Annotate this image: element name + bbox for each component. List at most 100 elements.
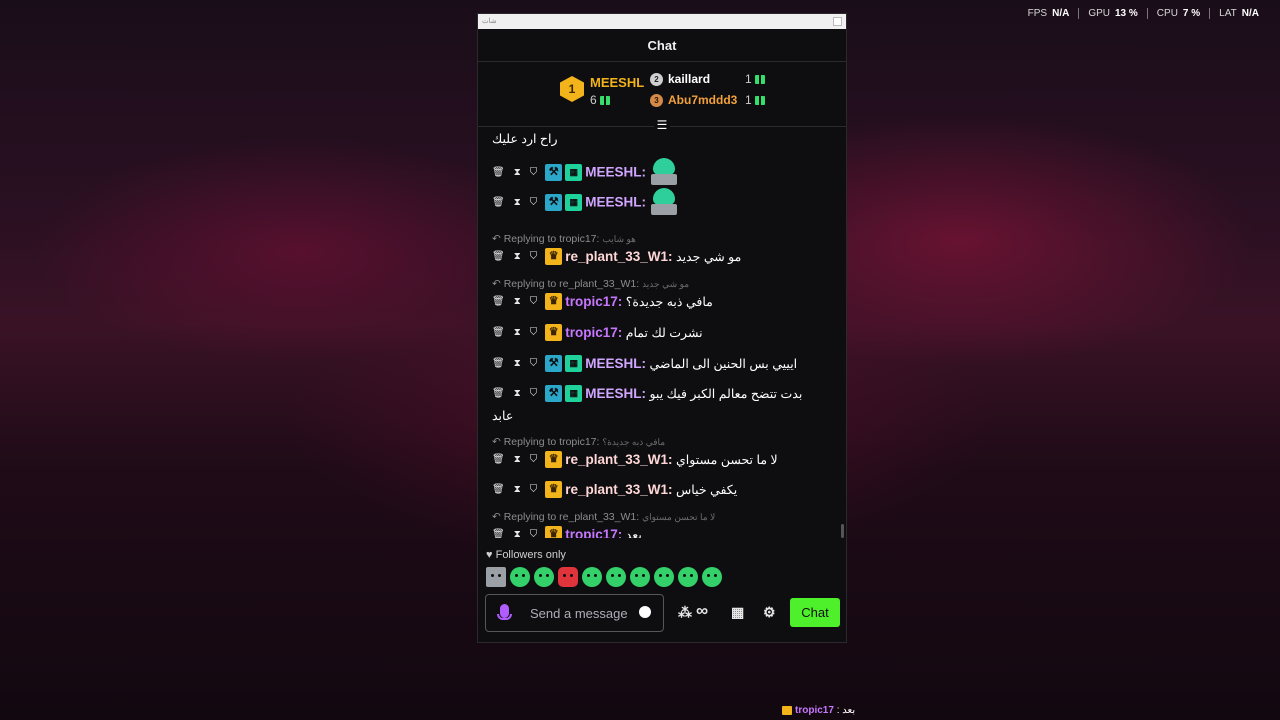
chat-username[interactable]: MEESHL:: [585, 356, 646, 371]
infinity-icon[interactable]: ∞: [696, 601, 708, 621]
chat-message: 🗑 ⧗ ⛉ ♛ re_plant_33_W1: يكفي خياس: [492, 481, 738, 498]
trash-icon[interactable]: 🗑: [492, 251, 505, 262]
green-emote-icon[interactable]: [678, 567, 698, 587]
chat-window: شات Chat 1 MEESHL 6 2 kaillard 1 3 Abu7m…: [477, 13, 847, 643]
green-emote-icon[interactable]: [510, 567, 530, 587]
rank-1-badge-icon: 1: [560, 76, 584, 102]
chat-username[interactable]: re_plant_33_W1:: [565, 452, 672, 467]
smile-icon[interactable]: [639, 606, 651, 618]
chat-messages[interactable]: راح ارد عليك 🗑 ⧗ ⛉ ⚒ ▦ MEESHL: 🗑 ⧗ ⛉ ⚒ ▦ MEESHL: ↶…: [478, 126, 848, 538]
reply-context[interactable]: ↶ Replying to tropic17: هو شايب: [492, 233, 834, 245]
mod-sword-icon: ⚒: [545, 193, 563, 211]
shield-icon[interactable]: ⛉: [530, 327, 538, 338]
chat-input[interactable]: Send a message: [485, 594, 664, 632]
gear-icon[interactable]: ⚙: [763, 604, 776, 621]
shield-icon[interactable]: ⛉: [530, 484, 538, 495]
mod-sword-icon: ⚒: [545, 163, 563, 181]
shield-icon[interactable]: ⛉: [530, 197, 538, 208]
green-emote-icon[interactable]: [630, 567, 650, 587]
chat-username[interactable]: MEESHL:: [585, 386, 646, 401]
shield-icon[interactable]: ⛉: [530, 529, 538, 538]
gift-icon: ▦: [565, 355, 583, 372]
hourglass-icon[interactable]: ⧗: [514, 454, 521, 465]
rank-2-badge-icon: 2: [650, 73, 663, 86]
trash-icon[interactable]: 🗑: [492, 358, 505, 369]
crown-icon: ♛: [545, 324, 563, 341]
reply-context[interactable]: ↶ Replying to re_plant_33_W1: مو شي جديد: [492, 278, 834, 290]
reply-context[interactable]: ↶ Replying to re_plant_33_W1: لا ما تحسن…: [492, 511, 834, 523]
hourglass-icon[interactable]: ⧗: [514, 167, 521, 178]
green-emote-icon[interactable]: [702, 567, 722, 587]
crown-icon: ♛: [545, 248, 563, 265]
hud-lat: LAT N/A: [1209, 8, 1268, 19]
hourglass-icon[interactable]: ⧗: [514, 484, 521, 495]
shield-icon[interactable]: ⛉: [530, 454, 538, 465]
trash-icon[interactable]: 🗑: [492, 454, 505, 465]
store-icon[interactable]: ▦: [731, 604, 744, 621]
trash-icon[interactable]: 🗑: [492, 167, 505, 178]
hourglass-icon[interactable]: ⧗: [514, 529, 521, 538]
hourglass-icon[interactable]: ⧗: [514, 296, 521, 307]
chat-username[interactable]: re_plant_33_W1:: [565, 249, 672, 264]
trash-icon[interactable]: 🗑: [492, 327, 505, 338]
trash-icon[interactable]: 🗑: [492, 529, 505, 538]
chat-username[interactable]: MEESHL:: [585, 165, 646, 180]
hud-cpu: CPU 7 %: [1146, 8, 1209, 19]
green-emote-icon[interactable]: [534, 567, 554, 587]
shield-icon[interactable]: ⛉: [530, 358, 538, 369]
green-emote-icon[interactable]: [582, 567, 602, 587]
gift-icon: ▦: [565, 385, 583, 402]
gift-icon: [755, 96, 766, 106]
window-titlebar[interactable]: شات: [478, 14, 846, 29]
avatar-emote-icon[interactable]: [486, 567, 506, 587]
chat-message: راح ارد عليك: [492, 132, 558, 147]
leader-1-count: 6: [590, 93, 611, 107]
hourglass-icon[interactable]: ⧗: [514, 197, 521, 208]
trash-icon[interactable]: 🗑: [492, 296, 505, 307]
rank-3-badge-icon: 3: [650, 94, 663, 107]
gift-icon: [600, 96, 611, 106]
performance-hud: FPS N/A GPU 13 % CPU 7 % LAT N/A: [1019, 8, 1268, 19]
window-maximize-button[interactable]: [833, 17, 842, 26]
chat-username[interactable]: tropic17:: [565, 294, 622, 309]
hourglass-icon[interactable]: ⧗: [514, 388, 521, 399]
trash-icon[interactable]: 🗑: [492, 197, 505, 208]
wallet-icon[interactable]: ⁂: [678, 604, 692, 621]
mic-icon[interactable]: [497, 604, 512, 620]
chat-scrollbar[interactable]: [841, 524, 844, 538]
green-emote-icon[interactable]: [654, 567, 674, 587]
mod-sword-icon: ⚒: [545, 355, 563, 372]
chat-message: 🗑 ⧗ ⛉ ⚒ ▦ MEESHL:: [492, 158, 834, 186]
reply-context[interactable]: ↶ Replying to tropic17: مافي ذبه جديدة؟: [492, 436, 834, 448]
leader-3-name[interactable]: Abu7mddd3: [668, 93, 737, 107]
hourglass-icon[interactable]: ⧗: [514, 358, 521, 369]
shield-icon[interactable]: ⛉: [530, 167, 538, 178]
hourglass-icon[interactable]: ⧗: [514, 251, 521, 262]
green-emote-icon[interactable]: [606, 567, 626, 587]
shield-icon[interactable]: ⛉: [530, 296, 538, 307]
chat-input-placeholder: Send a message: [530, 606, 628, 621]
chat-message: 🗑 ⧗ ⛉ ♛ tropic17: نشرت لك تمام: [492, 324, 703, 341]
latest-message-ticker: tropic17 : بعد: [782, 705, 855, 716]
chat-username[interactable]: tropic17:: [565, 527, 622, 538]
chat-username[interactable]: MEESHL:: [585, 195, 646, 210]
chat-username[interactable]: re_plant_33_W1:: [565, 482, 672, 497]
window-title: شات: [482, 18, 497, 25]
shield-icon[interactable]: ⛉: [530, 251, 538, 262]
chat-username[interactable]: tropic17:: [565, 325, 622, 340]
mod-sword-icon: ⚒: [545, 385, 563, 402]
trash-icon[interactable]: 🗑: [492, 388, 505, 399]
trash-icon[interactable]: 🗑: [492, 484, 505, 495]
followers-only-notice: ♥ Followers only: [486, 549, 566, 561]
angry-emote-icon[interactable]: [558, 567, 578, 587]
shield-icon[interactable]: ⛉: [530, 388, 538, 399]
leader-2-name[interactable]: kaillard: [668, 72, 710, 86]
crown-icon: ♛: [545, 526, 563, 538]
leader-2-count: 1: [745, 72, 766, 86]
crown-icon: [782, 705, 792, 715]
gift-icon: [755, 75, 766, 85]
chat-message: 🗑 ⧗ ⛉ ⚒ ▦ MEESHL: بدت تتضح معالم الكبر فيك يب…: [492, 385, 803, 402]
leader-1-name[interactable]: MEESHL: [590, 75, 644, 90]
hourglass-icon[interactable]: ⧗: [514, 327, 521, 338]
chat-send-button[interactable]: Chat: [790, 598, 840, 627]
